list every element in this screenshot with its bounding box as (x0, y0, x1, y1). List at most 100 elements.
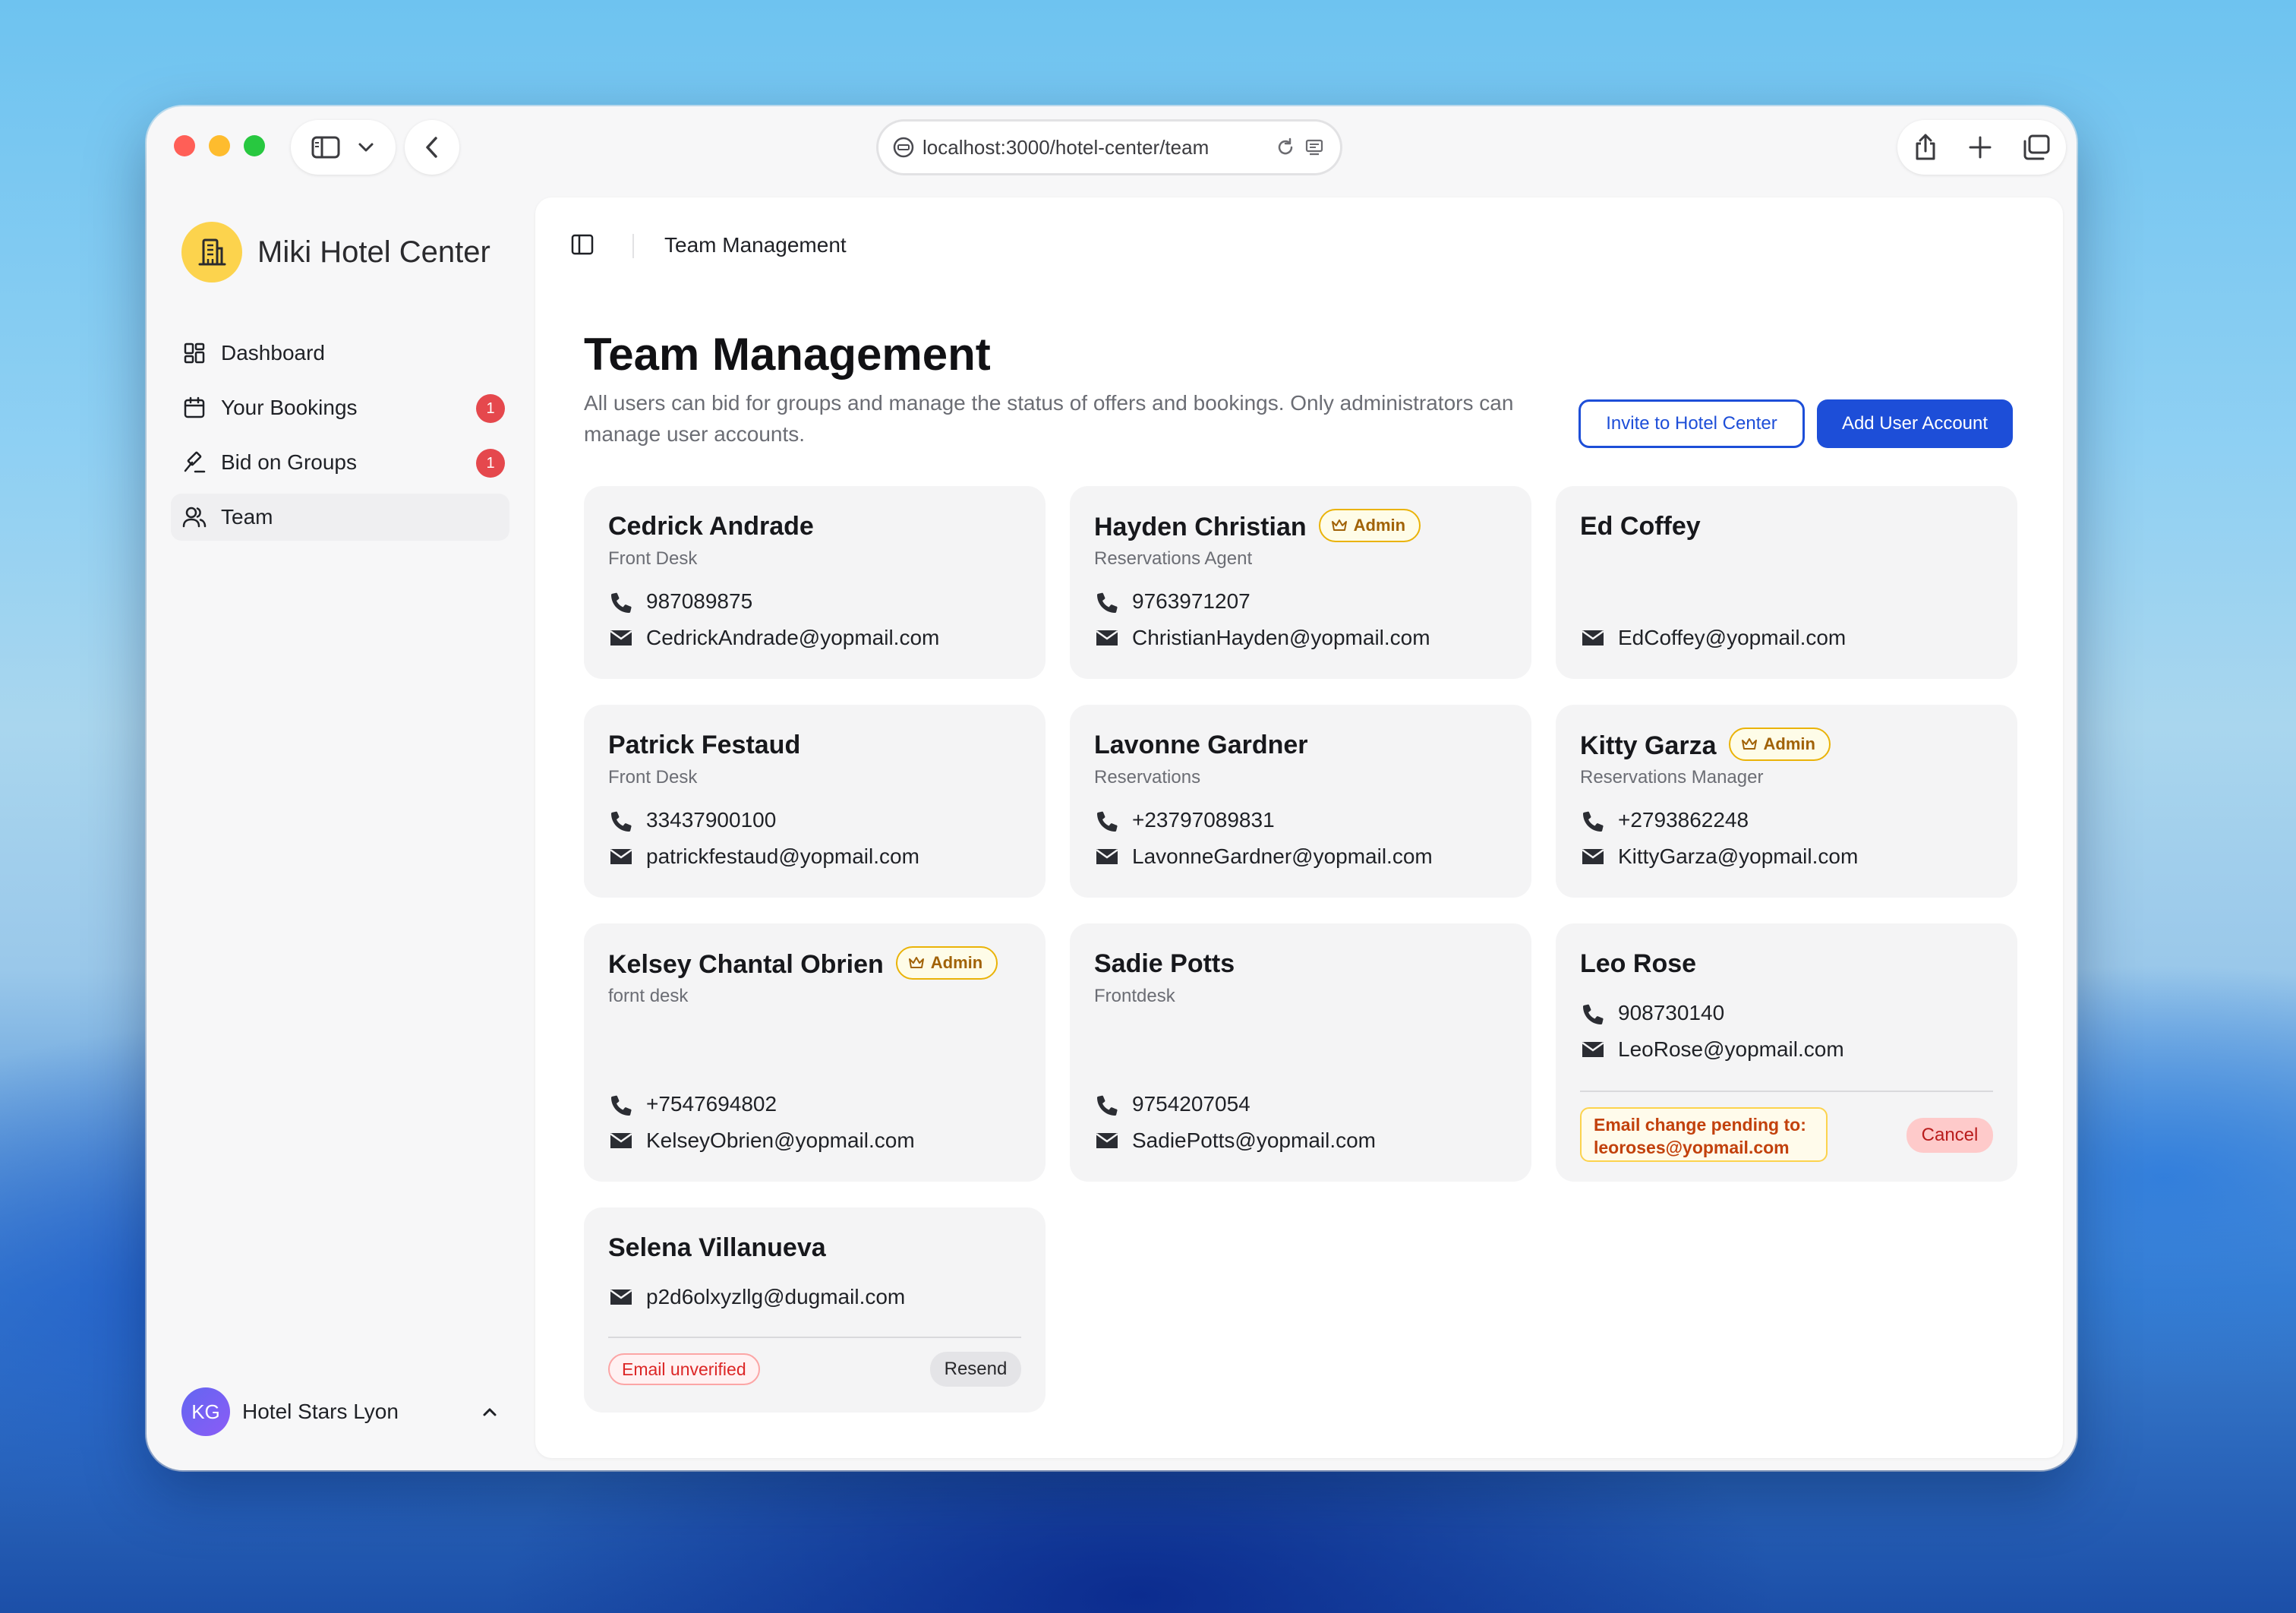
team-member-card[interactable]: Lavonne Gardner Reservations +2379708983… (1070, 705, 1531, 898)
team-member-card[interactable]: Leo Rose 908730140 LeoRose@yopmail.com E… (1556, 923, 2017, 1182)
envelope-icon (608, 1286, 634, 1308)
cancel-email-change-button[interactable]: Cancel (1906, 1118, 1993, 1153)
pending-text: Email change pending to: (1594, 1115, 1806, 1135)
add-user-account-button[interactable]: Add User Account (1817, 399, 2013, 448)
team-member-card[interactable]: Kitty Garza Admin Reservations Manager +2… (1556, 705, 2017, 898)
envelope-icon (1580, 845, 1606, 868)
phone-text: 9754207054 (1132, 1092, 1250, 1116)
crown-icon (908, 957, 924, 968)
member-email: CedrickAndrade@yopmail.com (608, 626, 939, 650)
member-email: EdCoffey@yopmail.com (1580, 626, 1846, 650)
sidebar-item-label: Dashboard (221, 341, 325, 365)
back-button[interactable] (405, 120, 459, 175)
brand-name: Miki Hotel Center (257, 235, 490, 269)
dashboard-icon (181, 340, 207, 366)
resend-verification-button[interactable]: Resend (930, 1352, 1021, 1387)
email-text: patrickfestaud@yopmail.com (646, 844, 919, 868)
phone-icon (608, 809, 634, 832)
member-name: Sadie Potts (1094, 949, 1235, 978)
member-role: fornt desk (608, 986, 689, 1006)
sidebar-item-dashboard[interactable]: Dashboard (171, 330, 509, 377)
close-window-button[interactable] (174, 135, 195, 156)
team-member-card[interactable]: Selena Villanueva p2d6olxyzllg@dugmail.c… (584, 1207, 1046, 1413)
header-divider (632, 234, 634, 258)
email-text: EdCoffey@yopmail.com (1618, 626, 1847, 649)
email-text: LavonneGardner@yopmail.com (1132, 844, 1433, 868)
sidebar-item-label: Bid on Groups (221, 450, 357, 474)
sidebar-item-bid-on-groups[interactable]: Bid on Groups 1 (171, 439, 509, 486)
team-member-card[interactable]: Ed Coffey EdCoffey@yopmail.com (1556, 486, 2017, 679)
address-bar[interactable]: localhost:3000/hotel-center/team (878, 122, 1340, 173)
envelope-icon (608, 627, 634, 649)
crown-icon (1741, 738, 1757, 750)
panel-toggle-icon[interactable] (570, 232, 594, 257)
reader-icon[interactable] (1304, 137, 1325, 158)
team-member-card[interactable]: Cedrick Andrade Front Desk 987089875 Ced… (584, 486, 1046, 679)
member-phone: 9754207054 (1094, 1092, 1250, 1116)
phone-text: 908730140 (1618, 1001, 1725, 1024)
team-member-card[interactable]: Hayden Christian Admin Reservations Agent… (1070, 486, 1531, 679)
member-phone: +2793862248 (1580, 808, 1749, 832)
team-member-card[interactable]: Sadie Potts Frontdesk 9754207054 SadiePo… (1070, 923, 1531, 1182)
envelope-icon (608, 845, 634, 868)
team-member-card[interactable]: Kelsey Chantal Obrien Admin fornt desk +7… (584, 923, 1046, 1182)
team-member-card[interactable]: Patrick Festaud Front Desk 33437900100 p… (584, 705, 1046, 898)
member-phone: 908730140 (1580, 1001, 1724, 1025)
sidebar-item-label: Your Bookings (221, 396, 358, 419)
phone-text: +23797089831 (1132, 808, 1275, 832)
member-email: LavonneGardner@yopmail.com (1094, 844, 1433, 869)
member-name-row: Hayden Christian Admin (1094, 509, 1421, 545)
brand[interactable]: Miki Hotel Center (181, 222, 490, 283)
phone-text: +7547694802 (646, 1092, 777, 1116)
envelope-icon (1094, 845, 1120, 868)
page-title: Team Management (584, 329, 991, 380)
email-text: p2d6olxyzllg@dugmail.com (646, 1285, 906, 1308)
share-icon[interactable] (1913, 133, 1938, 162)
browser-window: localhost:3000/hotel-center/team Miki Ho… (147, 106, 2077, 1470)
site-icon (893, 137, 914, 158)
avatar: KG (181, 1387, 230, 1436)
member-phone: 987089875 (608, 589, 752, 614)
main-content: Team Management Team Management All user… (535, 197, 2063, 1458)
envelope-icon (1094, 1129, 1120, 1152)
phone-icon (1094, 590, 1120, 613)
envelope-icon (1580, 1038, 1606, 1061)
card-divider (1580, 1091, 1993, 1092)
email-text: ChristianHayden@yopmail.com (1132, 626, 1430, 649)
reload-icon[interactable] (1275, 137, 1296, 158)
member-phone: +7547694802 (608, 1092, 777, 1116)
phone-text: 987089875 (646, 589, 753, 613)
phone-text: 9763971207 (1132, 589, 1250, 613)
member-role: Reservations Manager (1580, 767, 1764, 788)
email-text: KittyGarza@yopmail.com (1618, 844, 1859, 868)
phone-text: +2793862248 (1618, 808, 1749, 832)
phone-icon (1580, 809, 1606, 832)
url-text: localhost:3000/hotel-center/team (922, 135, 1210, 159)
member-name-row: Kelsey Chantal Obrien Admin (608, 946, 998, 983)
envelope-icon (1094, 627, 1120, 649)
member-name: Lavonne Gardner (1094, 731, 1308, 759)
member-phone: 9763971207 (1094, 589, 1250, 614)
maximize-window-button[interactable] (244, 135, 265, 156)
member-role: Reservations (1094, 767, 1201, 788)
chevron-up-icon (483, 1408, 497, 1416)
minimize-window-button[interactable] (209, 135, 230, 156)
member-role: Frontdesk (1094, 986, 1175, 1006)
phone-icon (608, 1093, 634, 1116)
admin-badge: Admin (1728, 728, 1831, 761)
sidebar-item-team[interactable]: Team (171, 494, 509, 541)
content-header: Team Management (535, 197, 2063, 292)
chevron-left-icon (426, 137, 437, 158)
member-email: SadiePotts@yopmail.com (1094, 1128, 1376, 1153)
tabs-overview-icon[interactable] (2022, 134, 2051, 161)
account-switcher[interactable]: KG Hotel Stars Lyon (181, 1387, 508, 1437)
member-name: Selena Villanueva (608, 1233, 826, 1262)
new-tab-icon[interactable] (1968, 135, 1992, 159)
invite-to-hotel-center-button[interactable]: Invite to Hotel Center (1578, 399, 1805, 448)
email-unverified-badge: Email unverified (608, 1353, 760, 1385)
sidebar-item-label: Team (221, 505, 273, 529)
sidebar-toggle-button[interactable] (291, 120, 396, 175)
sidebar-item-your-bookings[interactable]: Your Bookings 1 (171, 384, 509, 431)
member-email: KittyGarza@yopmail.com (1580, 844, 1858, 869)
page-description: All users can bid for groups and manage … (584, 391, 1514, 446)
